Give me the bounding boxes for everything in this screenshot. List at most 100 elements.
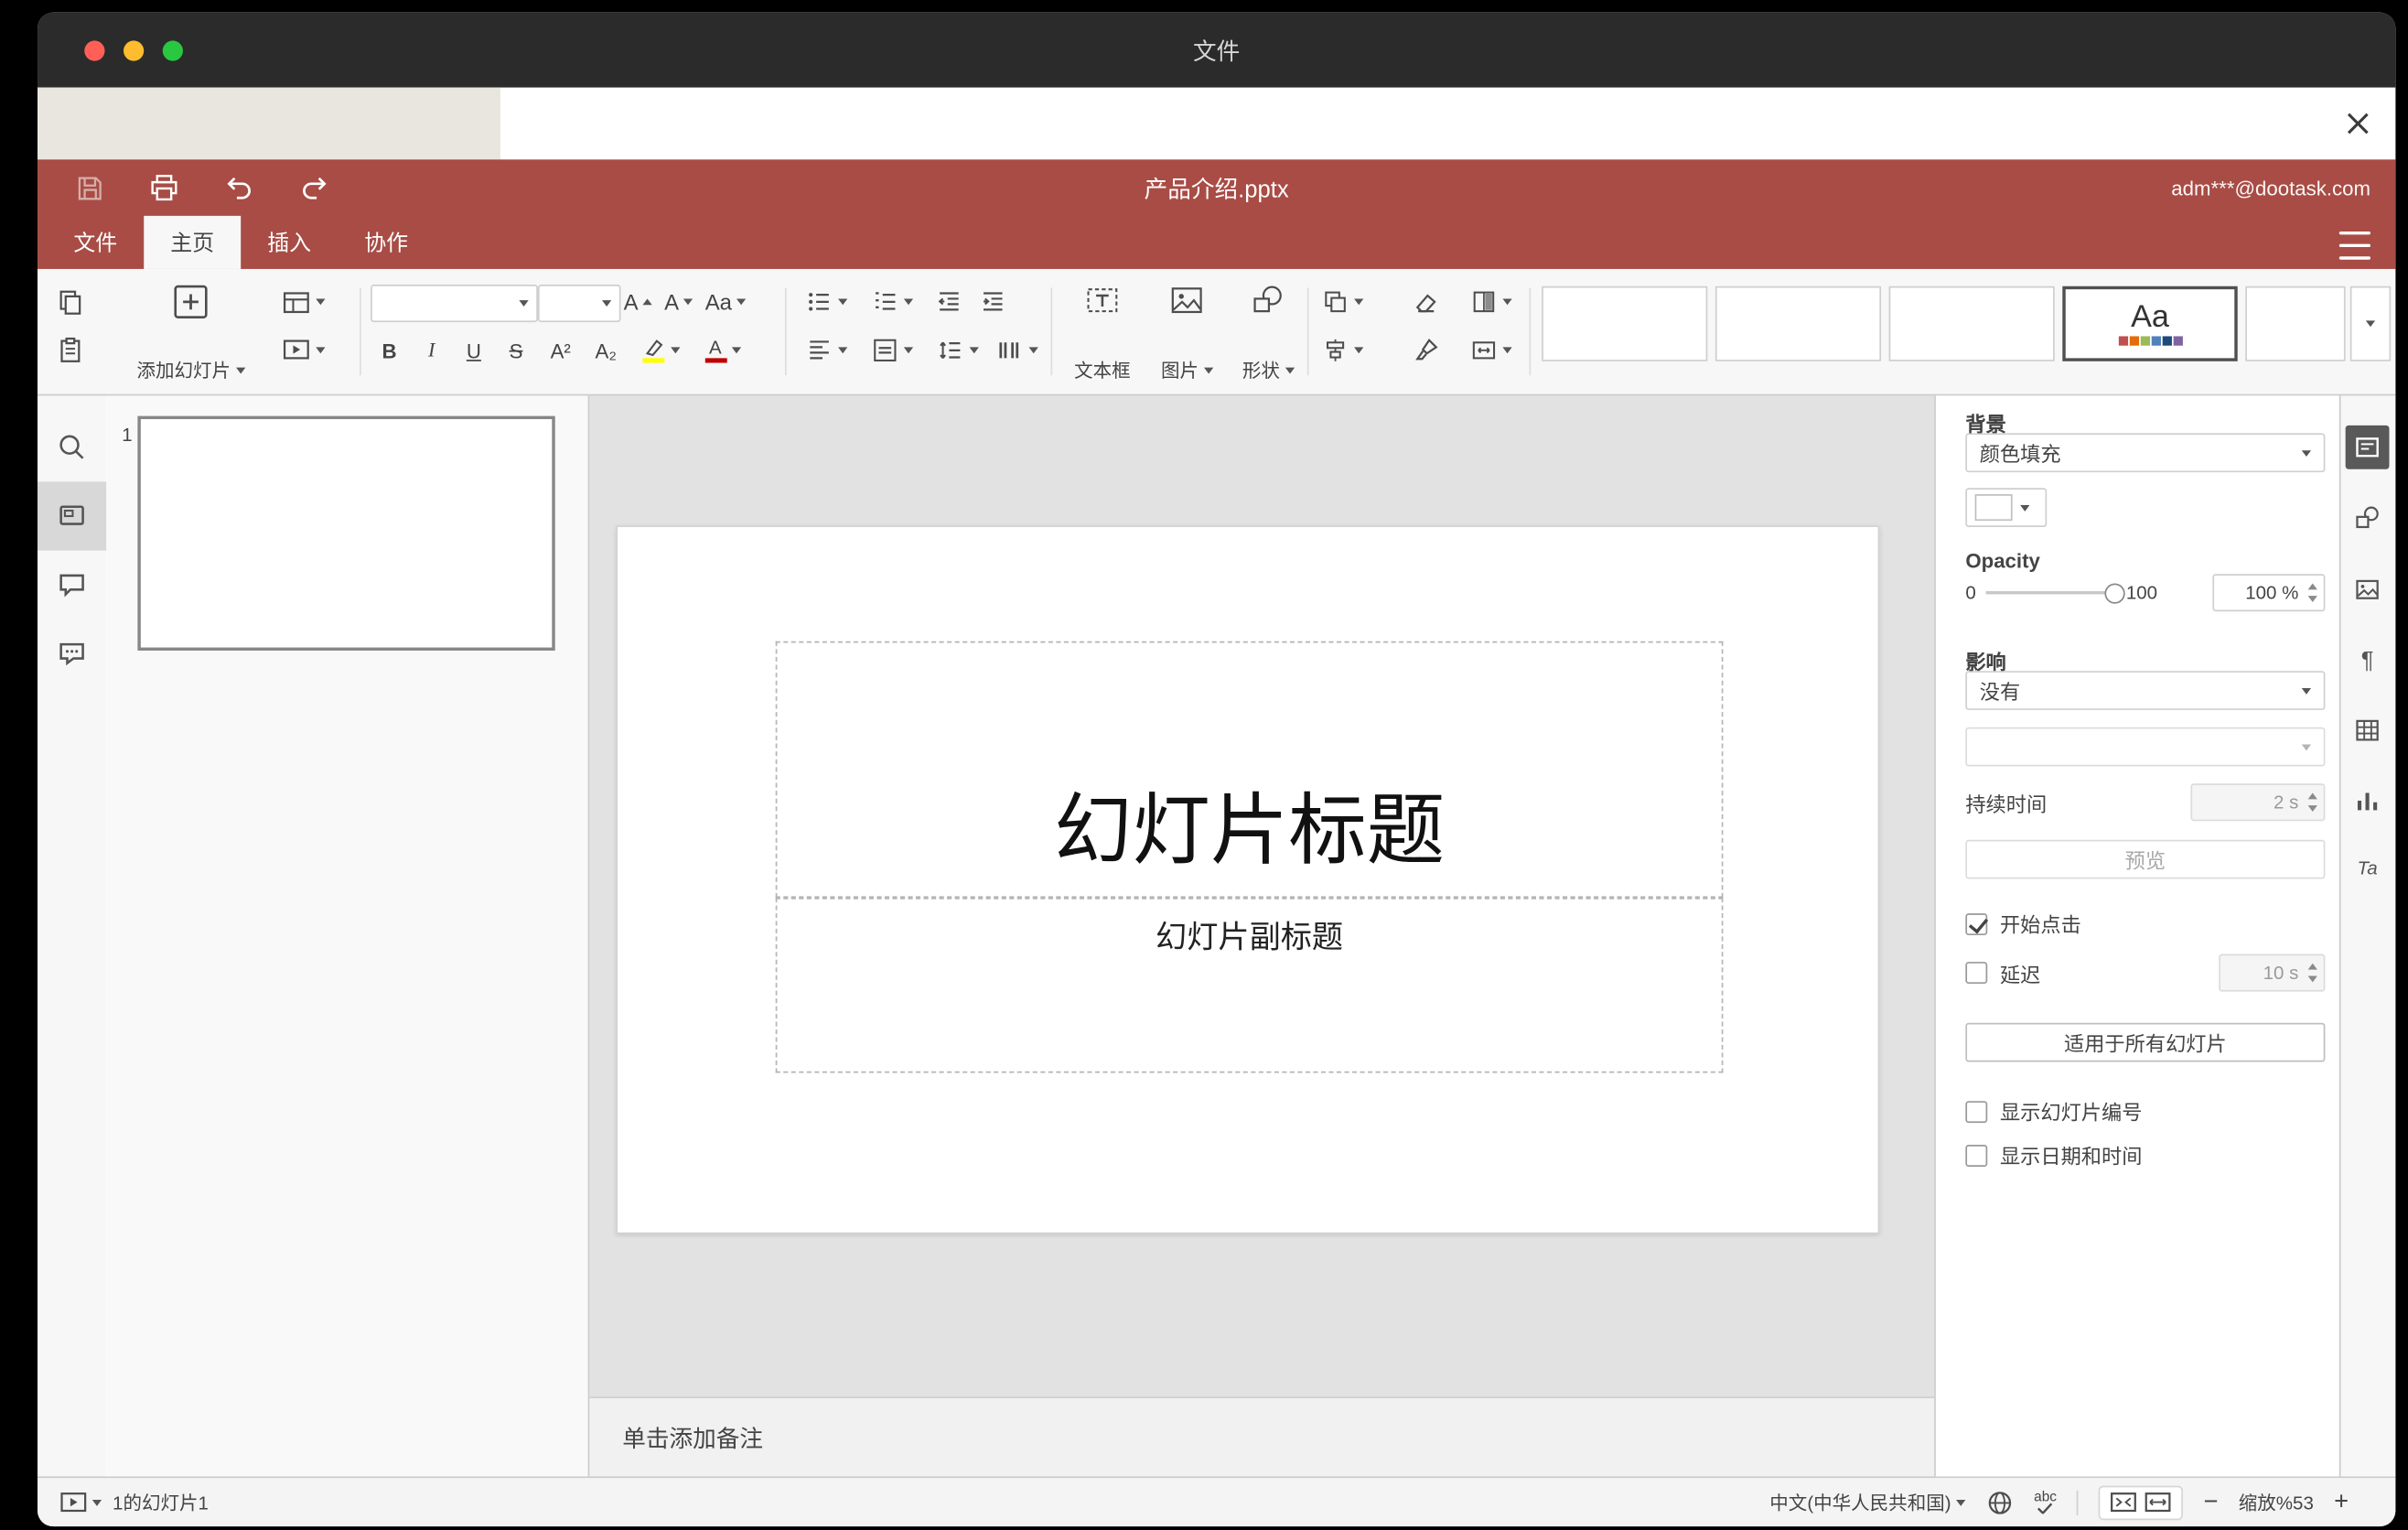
save-button[interactable] (69, 167, 109, 208)
slide-workspace[interactable]: 幻灯片标题 幻灯片副标题 (589, 395, 1935, 1397)
duration-spinner[interactable]: 2 s (2190, 783, 2326, 822)
highlight-color-button[interactable] (631, 330, 688, 371)
spinner-down-icon[interactable] (2307, 596, 2317, 603)
copy-button[interactable] (50, 282, 91, 322)
undo-button[interactable] (219, 167, 259, 208)
spellcheck-button[interactable]: abc (2034, 1490, 2057, 1514)
horizontal-align-button[interactable] (798, 330, 855, 371)
theme-option-1[interactable] (1542, 286, 1708, 361)
underline-button[interactable]: U (455, 330, 492, 371)
fit-width-button[interactable] (2145, 1490, 2173, 1514)
slide-title-placeholder[interactable]: 幻灯片标题 (775, 641, 1724, 899)
paragraph-settings-dock-button[interactable]: ¶ (2346, 638, 2390, 682)
spinner-down-icon[interactable] (2307, 805, 2317, 813)
bold-button[interactable]: B (371, 330, 408, 371)
print-button[interactable] (144, 167, 184, 208)
start-on-click-checkbox[interactable] (1965, 912, 1988, 935)
preview-button[interactable]: 预览 (1965, 839, 2326, 879)
font-size-combobox[interactable] (537, 285, 621, 323)
change-layout-button[interactable] (275, 282, 332, 322)
font-color-button[interactable]: A (694, 330, 751, 371)
start-slideshow-status-button[interactable] (59, 1490, 102, 1514)
strikeout-button[interactable]: S (497, 330, 534, 371)
slide-canvas[interactable]: 幻灯片标题 幻灯片副标题 (616, 525, 1880, 1234)
spinner-up-icon[interactable] (2307, 792, 2317, 800)
slides-panel-button[interactable] (38, 481, 107, 551)
delay-checkbox[interactable] (1965, 962, 1988, 985)
show-slide-number-checkbox[interactable] (1965, 1100, 1988, 1123)
paste-button[interactable] (50, 330, 91, 371)
change-case-button[interactable]: Aa (701, 282, 751, 322)
theme-gallery-expand-button[interactable] (2349, 286, 2392, 361)
redo-button[interactable] (294, 167, 334, 208)
comments-button[interactable] (38, 551, 106, 620)
align-shapes-button[interactable] (1314, 330, 1371, 371)
opacity-spinner[interactable]: 100 % (2212, 574, 2326, 612)
insert-shape-button[interactable]: 形状 (1229, 280, 1306, 386)
language-select[interactable]: 中文(中华人民共和国) (1769, 1489, 1965, 1515)
slide-thumbnails-panel: 1 (106, 395, 590, 1477)
font-name-combobox[interactable] (371, 285, 538, 323)
spinner-down-icon[interactable] (2307, 975, 2317, 983)
opacity-slider-track[interactable] (1985, 583, 2125, 604)
set-language-button[interactable] (1985, 1488, 2014, 1516)
close-preview-button[interactable] (2339, 105, 2377, 143)
numbering-button[interactable] (863, 282, 919, 322)
color-scheme-button[interactable] (1460, 282, 1520, 322)
columns-button[interactable] (988, 330, 1045, 371)
spinner-up-icon[interactable] (2307, 583, 2317, 590)
theme-option-2[interactable] (1715, 286, 1882, 361)
shape-settings-dock-button[interactable] (2346, 496, 2390, 540)
clear-style-button[interactable] (1404, 282, 1448, 322)
subscript-button[interactable]: A₂ (585, 330, 627, 371)
slide-settings-dock-button[interactable] (2345, 425, 2390, 469)
arrange-shapes-button[interactable] (1314, 282, 1371, 322)
textart-settings-dock-button[interactable]: Ta (2346, 846, 2390, 890)
theme-option-5[interactable] (2245, 286, 2346, 361)
theme-option-selected[interactable]: Aa (2062, 286, 2238, 361)
effect-variant-select[interactable] (1965, 727, 2326, 767)
zoom-out-button[interactable]: − (2204, 1489, 2219, 1514)
italic-button[interactable]: I (413, 330, 450, 371)
superscript-button[interactable]: A² (540, 330, 582, 371)
apply-to-all-button[interactable]: 适用于所有幻灯片 (1965, 1022, 2326, 1062)
chevron-down-icon (837, 298, 847, 306)
tab-collaboration[interactable]: 协作 (338, 216, 435, 269)
insert-image-button[interactable]: 图片 (1147, 280, 1225, 386)
slide-size-button[interactable] (1460, 330, 1520, 371)
theme-option-3[interactable] (1888, 286, 2055, 361)
delay-spinner[interactable]: 10 s (2219, 954, 2326, 992)
copy-style-button[interactable] (1404, 330, 1448, 371)
tab-insert[interactable]: 插入 (241, 216, 338, 269)
line-spacing-button[interactable] (929, 330, 985, 371)
opacity-slider-handle[interactable] (2103, 583, 2125, 604)
slide-subtitle-placeholder[interactable]: 幻灯片副标题 (775, 898, 1724, 1073)
decrease-font-size-button[interactable]: A (660, 282, 697, 322)
spinner-up-icon[interactable] (2307, 963, 2317, 970)
tab-home[interactable]: 主页 (144, 215, 242, 269)
find-button[interactable] (38, 413, 106, 481)
effect-select[interactable]: 没有 (1965, 671, 2326, 710)
fit-slide-button[interactable] (2110, 1490, 2138, 1514)
insert-textbox-button[interactable]: 文本框 (1060, 280, 1145, 386)
decrease-indent-button[interactable] (929, 282, 969, 322)
notes-area[interactable]: 单击添加备注 (589, 1396, 1935, 1477)
bullets-button[interactable] (798, 282, 855, 322)
image-settings-dock-button[interactable] (2346, 567, 2390, 611)
vertical-align-button[interactable] (863, 330, 919, 371)
chat-button[interactable] (38, 620, 106, 688)
show-date-time-checkbox[interactable] (1965, 1144, 1988, 1167)
slide-thumbnail[interactable] (137, 415, 555, 651)
increase-font-size-button[interactable]: A (619, 282, 657, 322)
start-slideshow-button[interactable] (275, 330, 332, 371)
tab-file[interactable]: 文件 (47, 216, 144, 269)
arrow-down-icon (683, 298, 693, 306)
menu-hamburger-icon[interactable] (2338, 229, 2370, 264)
zoom-in-button[interactable]: + (2334, 1489, 2349, 1514)
increase-indent-button[interactable] (973, 282, 1013, 322)
chart-settings-dock-button[interactable] (2346, 779, 2390, 823)
table-settings-dock-button[interactable] (2346, 708, 2390, 752)
fill-color-select[interactable] (1965, 488, 2048, 527)
add-slide-button[interactable]: 添加幻灯片 (128, 280, 253, 386)
fill-type-select[interactable]: 颜色填充 (1965, 433, 2326, 473)
